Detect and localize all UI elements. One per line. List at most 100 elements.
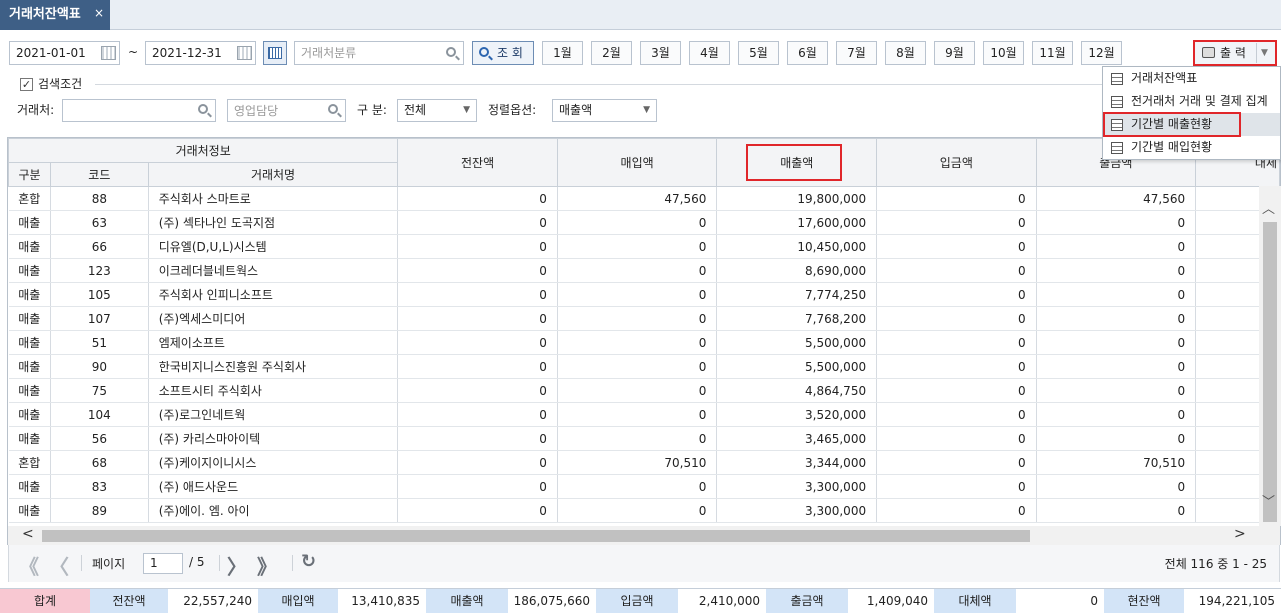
print-main[interactable]: 출 력 (1198, 43, 1256, 63)
cell-purchase[interactable]: 0 (557, 330, 718, 355)
header-purchase[interactable]: 매입액 (556, 138, 718, 187)
cell-deposit[interactable]: 0 (876, 306, 1037, 331)
cell-deposit[interactable]: 0 (876, 474, 1037, 499)
cell-prev-balance[interactable]: 0 (397, 474, 558, 499)
cell-sales[interactable]: 7,774,250 (716, 282, 878, 307)
cell-purchase[interactable]: 0 (557, 282, 718, 307)
client-category-search[interactable]: 거래처분류 (294, 41, 464, 65)
date-to-input[interactable]: 2021-12-31 (145, 41, 256, 65)
cell-code[interactable]: 104 (50, 402, 149, 427)
cell-type[interactable]: 매출 (8, 210, 51, 235)
cell-prev-balance[interactable]: 0 (397, 354, 558, 379)
table-row[interactable]: 매출 105 주식회사 인피니소프트 0 0 7,774,250 0 0 (8, 282, 1280, 307)
cell-code[interactable]: 123 (50, 258, 149, 283)
cell-client-name[interactable]: (주) 섹타나인 도곡지점 (148, 210, 399, 235)
cell-deposit[interactable]: 0 (876, 282, 1037, 307)
search-icon[interactable] (198, 104, 208, 114)
month-button-9[interactable]: 9월 (934, 41, 975, 65)
cell-client-name[interactable]: 엠제이소프트 (148, 330, 399, 355)
close-icon[interactable]: × (94, 0, 104, 28)
cell-deposit[interactable]: 0 (876, 426, 1037, 451)
table-row[interactable]: 매출 51 엠제이소프트 0 0 5,500,000 0 0 (8, 330, 1280, 355)
cell-client-name[interactable]: 한국비지니스진흥원 주식회사 (148, 354, 399, 379)
cell-deposit[interactable]: 0 (876, 450, 1037, 475)
print-button[interactable]: 출 력 ▼ (1193, 40, 1277, 66)
cell-purchase[interactable]: 70,510 (557, 450, 718, 475)
cell-withdraw[interactable]: 0 (1036, 498, 1197, 523)
cell-type[interactable]: 매출 (8, 354, 51, 379)
cell-withdraw[interactable]: 0 (1036, 258, 1197, 283)
cell-code[interactable]: 107 (50, 306, 149, 331)
month-button-1[interactable]: 1월 (542, 41, 583, 65)
cell-purchase[interactable]: 0 (557, 234, 718, 259)
scroll-right-icon[interactable]: > (1234, 526, 1246, 542)
cell-type[interactable]: 혼합 (8, 450, 51, 475)
header-code[interactable]: 코드 (49, 162, 149, 187)
cell-type[interactable]: 매출 (8, 234, 51, 259)
cell-type[interactable]: 매출 (8, 426, 51, 451)
month-button-2[interactable]: 2월 (591, 41, 632, 65)
cell-prev-balance[interactable]: 0 (397, 282, 558, 307)
cell-withdraw[interactable]: 0 (1036, 210, 1197, 235)
cell-client-name[interactable]: 이크레더블네트웍스 (148, 258, 399, 283)
first-page-icon[interactable]: 《 (19, 551, 39, 580)
cell-withdraw[interactable]: 47,560 (1036, 186, 1197, 211)
cell-client-name[interactable]: 주식회사 스마트로 (148, 186, 399, 211)
next-page-icon[interactable]: 〉 (227, 551, 247, 580)
cell-sales[interactable]: 10,450,000 (716, 234, 878, 259)
cell-withdraw[interactable]: 0 (1036, 402, 1197, 427)
table-row[interactable]: 매출 66 디유엘(D,U,L)시스템 0 0 10,450,000 0 0 (8, 234, 1280, 259)
cell-withdraw[interactable]: 70,510 (1036, 450, 1197, 475)
month-button-7[interactable]: 7월 (836, 41, 877, 65)
cell-prev-balance[interactable]: 0 (397, 450, 558, 475)
cell-sales[interactable]: 5,500,000 (716, 354, 878, 379)
cell-client-name[interactable]: 디유엘(D,U,L)시스템 (148, 234, 399, 259)
cell-deposit[interactable]: 0 (876, 186, 1037, 211)
scroll-thumb[interactable] (42, 530, 1030, 542)
cell-deposit[interactable]: 0 (876, 402, 1037, 427)
cell-type[interactable]: 매출 (8, 378, 51, 403)
cell-deposit[interactable]: 0 (876, 330, 1037, 355)
last-page-icon[interactable]: 》 (257, 551, 277, 580)
sales-rep-input[interactable]: 영업담당 (227, 99, 346, 122)
table-row[interactable]: 매출 89 (주)에이. 엠. 아이 0 0 3,300,000 0 0 (8, 498, 1280, 523)
cell-prev-balance[interactable]: 0 (397, 258, 558, 283)
cell-purchase[interactable]: 0 (557, 306, 718, 331)
month-button-12[interactable]: 12월 (1081, 41, 1122, 65)
cell-prev-balance[interactable]: 0 (397, 210, 558, 235)
month-button-4[interactable]: 4월 (689, 41, 730, 65)
search-icon[interactable] (446, 47, 456, 57)
cell-deposit[interactable]: 0 (876, 258, 1037, 283)
cell-prev-balance[interactable]: 0 (397, 234, 558, 259)
cell-prev-balance[interactable]: 0 (397, 402, 558, 427)
table-row[interactable]: 매출 56 (주) 카리스마아이텍 0 0 3,465,000 0 0 (8, 426, 1280, 451)
cell-code[interactable]: 51 (50, 330, 149, 355)
cell-purchase[interactable]: 0 (557, 258, 718, 283)
search-icon[interactable] (328, 104, 338, 114)
date-from-input[interactable]: 2021-01-01 (9, 41, 120, 65)
cell-withdraw[interactable]: 0 (1036, 234, 1197, 259)
cell-deposit[interactable]: 0 (876, 378, 1037, 403)
month-button-3[interactable]: 3월 (640, 41, 681, 65)
cell-deposit[interactable]: 0 (876, 354, 1037, 379)
cell-purchase[interactable]: 0 (557, 402, 718, 427)
header-prev-balance[interactable]: 전잔액 (397, 138, 558, 187)
cell-withdraw[interactable]: 0 (1036, 426, 1197, 451)
cell-sales[interactable]: 3,344,000 (716, 450, 878, 475)
menu-item-all-clients-summary[interactable]: 전거래처 거래 및 결제 집계 (1103, 90, 1280, 113)
table-row[interactable]: 매출 83 (주) 애드사운드 0 0 3,300,000 0 0 (8, 474, 1280, 499)
menu-item-period-purchase[interactable]: 기간별 매입현황 (1103, 136, 1280, 159)
cell-client-name[interactable]: 소프트시티 주식회사 (148, 378, 399, 403)
cell-withdraw[interactable]: 0 (1036, 306, 1197, 331)
table-row[interactable]: 매출 63 (주) 섹타나인 도곡지점 0 0 17,600,000 0 0 (8, 210, 1280, 235)
cell-withdraw[interactable]: 0 (1036, 378, 1197, 403)
cell-prev-balance[interactable]: 0 (397, 378, 558, 403)
cell-type[interactable]: 매출 (8, 498, 51, 523)
period-calendar-button[interactable] (263, 41, 287, 65)
cell-sales[interactable]: 7,768,200 (716, 306, 878, 331)
cell-code[interactable]: 66 (50, 234, 149, 259)
table-row[interactable]: 매출 75 소프트시티 주식회사 0 0 4,864,750 0 0 (8, 378, 1280, 403)
cell-code[interactable]: 88 (50, 186, 149, 211)
print-dropdown-icon[interactable]: ▼ (1256, 43, 1272, 63)
month-button-11[interactable]: 11월 (1032, 41, 1073, 65)
